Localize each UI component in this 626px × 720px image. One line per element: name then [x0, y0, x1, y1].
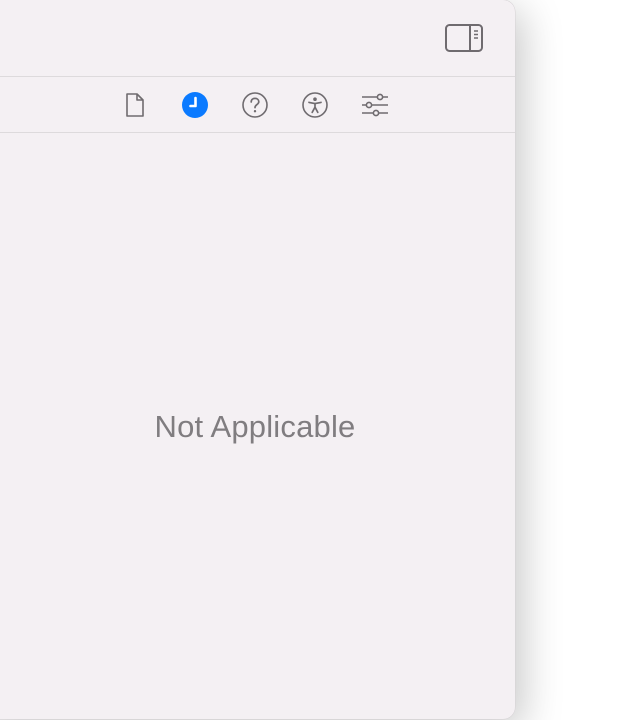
document-icon	[126, 93, 144, 117]
question-icon	[242, 92, 268, 118]
tab-history-inspector[interactable]	[179, 89, 211, 121]
not-applicable-label: Not Applicable	[154, 409, 356, 444]
tab-quick-help[interactable]	[239, 89, 271, 121]
tab-accessibility-inspector[interactable]	[299, 89, 331, 121]
inspector-window: Not Applicable	[0, 0, 515, 719]
tab-attributes-inspector[interactable]	[359, 89, 391, 121]
title-bar	[0, 0, 515, 77]
sidebar-right-icon	[445, 24, 483, 52]
toggle-inspector-button[interactable]	[444, 21, 484, 55]
sliders-icon	[362, 93, 388, 117]
tab-file-inspector[interactable]	[119, 89, 151, 121]
accessibility-icon	[302, 92, 328, 118]
clock-icon	[182, 92, 208, 118]
inspector-tab-bar	[0, 77, 515, 133]
inspector-content: Not Applicable	[0, 133, 515, 719]
